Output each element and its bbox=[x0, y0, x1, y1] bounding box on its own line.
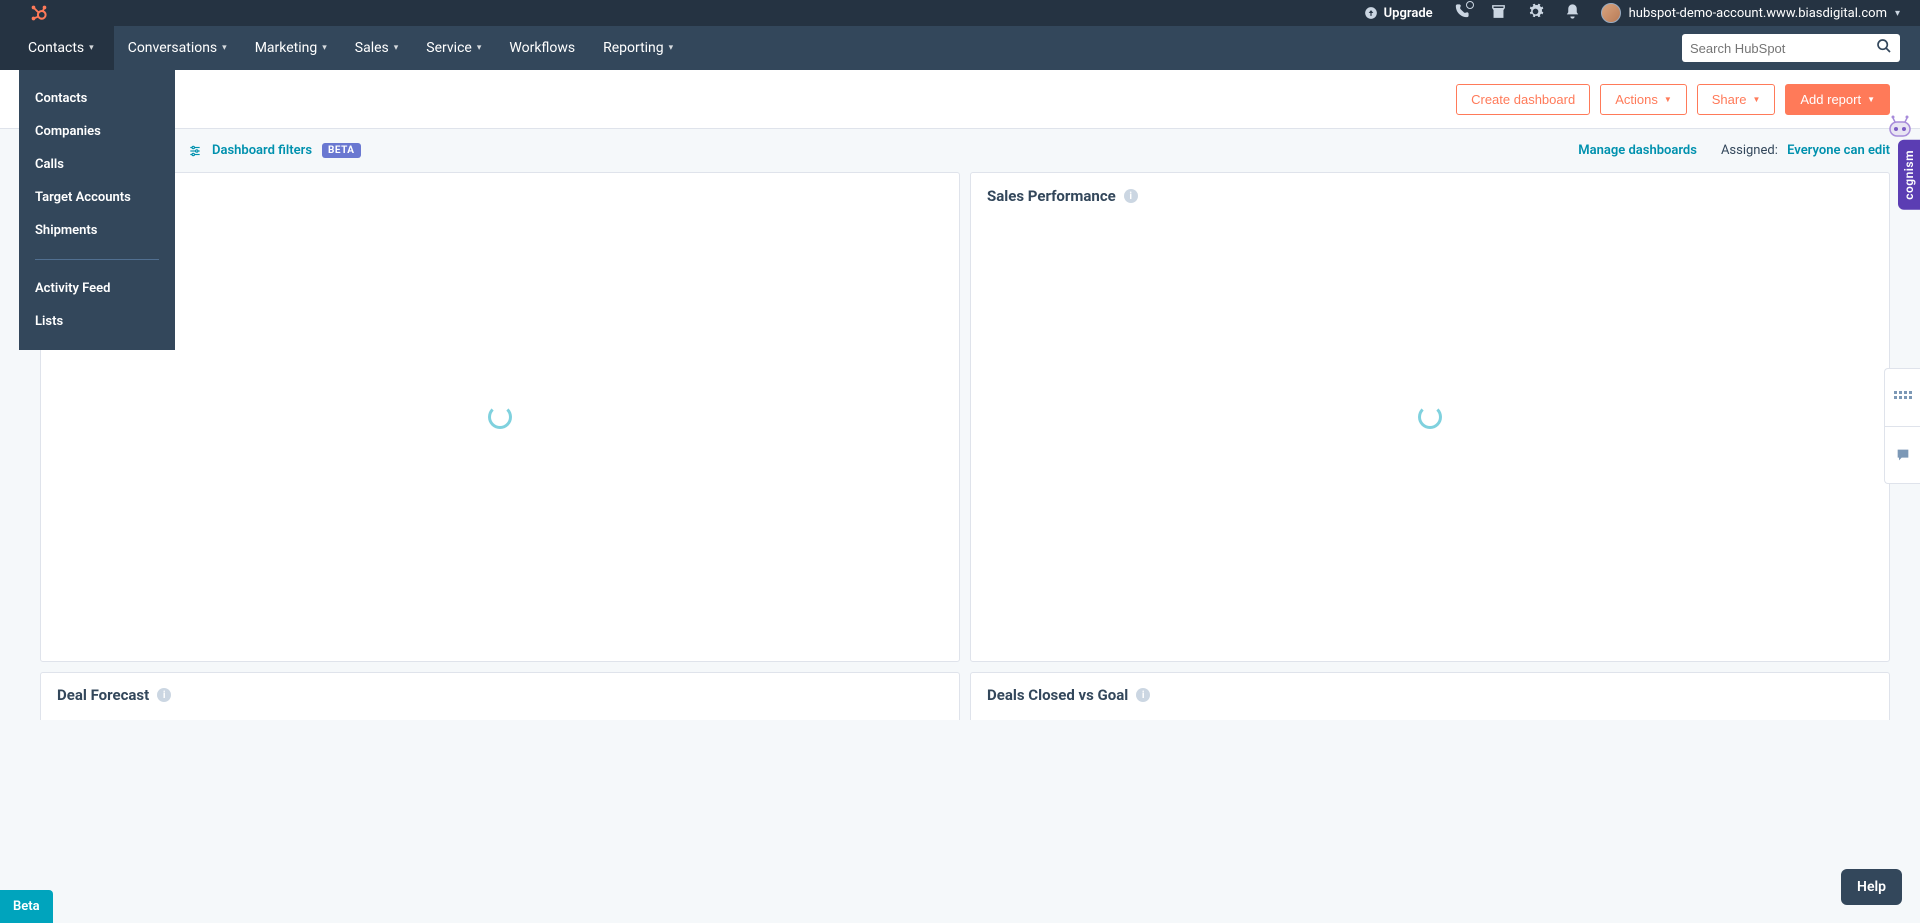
nav-sales[interactable]: Sales▾ bbox=[341, 26, 413, 70]
hubspot-logo[interactable] bbox=[28, 2, 50, 24]
upgrade-label: Upgrade bbox=[1384, 6, 1433, 21]
info-icon[interactable]: i bbox=[157, 688, 171, 702]
assigned-label: Assigned: bbox=[1721, 143, 1778, 158]
upgrade-icon bbox=[1364, 6, 1378, 20]
card-unknown-left[interactable] bbox=[40, 172, 960, 662]
card-title: Deal Forecast bbox=[57, 686, 149, 704]
nav-service[interactable]: Service▾ bbox=[412, 26, 495, 70]
chat-icon[interactable] bbox=[1885, 426, 1920, 484]
card-deals-closed-goal[interactable]: Deals Closed vs Goal i bbox=[970, 672, 1890, 720]
card-sales-performance[interactable]: Sales Performance i bbox=[970, 172, 1890, 662]
chevron-down-icon: ▾ bbox=[1895, 8, 1900, 19]
filters-icon bbox=[188, 144, 202, 158]
account-label: hubspot-demo-account.www.biasdigital.com bbox=[1629, 6, 1887, 21]
dropdown-activity-feed[interactable]: Activity Feed bbox=[19, 272, 175, 305]
chevron-down-icon: ▼ bbox=[1664, 95, 1672, 104]
manage-dashboards-link[interactable]: Manage dashboards bbox=[1578, 143, 1697, 158]
search-input-wrap[interactable] bbox=[1682, 34, 1900, 62]
dropdown-target-accounts[interactable]: Target Accounts bbox=[19, 181, 175, 214]
info-icon[interactable]: i bbox=[1124, 189, 1138, 203]
phone-icon[interactable] bbox=[1453, 3, 1470, 24]
chevron-down-icon: ▼ bbox=[1867, 95, 1875, 104]
avatar bbox=[1601, 3, 1621, 23]
chevron-down-icon: ▾ bbox=[89, 43, 94, 53]
share-button[interactable]: Share▼ bbox=[1697, 84, 1776, 115]
loading-spinner bbox=[1418, 405, 1442, 429]
search-input[interactable] bbox=[1690, 41, 1876, 56]
robot-assistant-icon[interactable] bbox=[1880, 112, 1920, 142]
side-panel bbox=[1884, 368, 1920, 484]
dropdown-contacts[interactable]: Contacts bbox=[19, 82, 175, 115]
notifications-icon[interactable] bbox=[1564, 3, 1581, 24]
beta-float-button[interactable]: Beta bbox=[0, 890, 53, 923]
chevron-down-icon: ▾ bbox=[394, 43, 399, 53]
card-deal-forecast[interactable]: Deal Forecast i bbox=[40, 672, 960, 720]
actions-button[interactable]: Actions▼ bbox=[1600, 84, 1687, 115]
account-menu[interactable]: hubspot-demo-account.www.biasdigital.com… bbox=[1601, 3, 1900, 23]
help-button[interactable]: Help bbox=[1841, 869, 1902, 905]
settings-icon[interactable] bbox=[1527, 3, 1544, 24]
chevron-down-icon: ▾ bbox=[322, 43, 327, 53]
card-title: Deals Closed vs Goal bbox=[987, 686, 1128, 704]
cognism-tab[interactable]: cognism bbox=[1898, 140, 1920, 210]
dropdown-lists[interactable]: Lists bbox=[19, 305, 175, 338]
loading-spinner bbox=[488, 405, 512, 429]
info-icon[interactable]: i bbox=[1136, 688, 1150, 702]
create-dashboard-button[interactable]: Create dashboard bbox=[1456, 84, 1590, 115]
assigned-everyone-link[interactable]: Everyone can edit bbox=[1787, 143, 1890, 158]
chevron-down-icon: ▾ bbox=[477, 43, 482, 53]
chevron-down-icon: ▾ bbox=[669, 43, 674, 53]
keyboard-icon[interactable] bbox=[1885, 369, 1920, 426]
nav-contacts[interactable]: Contacts▾ bbox=[0, 26, 114, 70]
chevron-down-icon: ▼ bbox=[1752, 95, 1760, 104]
dashboard-filters-label: Dashboard filters bbox=[212, 143, 312, 158]
search-icon bbox=[1876, 38, 1892, 58]
nav-marketing[interactable]: Marketing▾ bbox=[241, 26, 341, 70]
add-report-button[interactable]: Add report▼ bbox=[1785, 84, 1890, 115]
nav-workflows[interactable]: Workflows bbox=[495, 26, 589, 70]
dropdown-shipments[interactable]: Shipments bbox=[19, 214, 175, 247]
dropdown-companies[interactable]: Companies bbox=[19, 115, 175, 148]
contacts-dropdown: Contacts Companies Calls Target Accounts… bbox=[19, 70, 175, 350]
upgrade-button[interactable]: Upgrade bbox=[1364, 6, 1433, 21]
dropdown-divider bbox=[35, 259, 159, 260]
chevron-down-icon: ▾ bbox=[222, 43, 227, 53]
nav-reporting[interactable]: Reporting▾ bbox=[589, 26, 687, 70]
card-title: Sales Performance bbox=[987, 187, 1116, 205]
beta-badge: BETA bbox=[322, 143, 361, 158]
nav-conversations[interactable]: Conversations▾ bbox=[114, 26, 241, 70]
marketplace-icon[interactable] bbox=[1490, 3, 1507, 24]
dashboard-filters-button[interactable]: Dashboard filters BETA bbox=[188, 143, 361, 158]
dropdown-calls[interactable]: Calls bbox=[19, 148, 175, 181]
